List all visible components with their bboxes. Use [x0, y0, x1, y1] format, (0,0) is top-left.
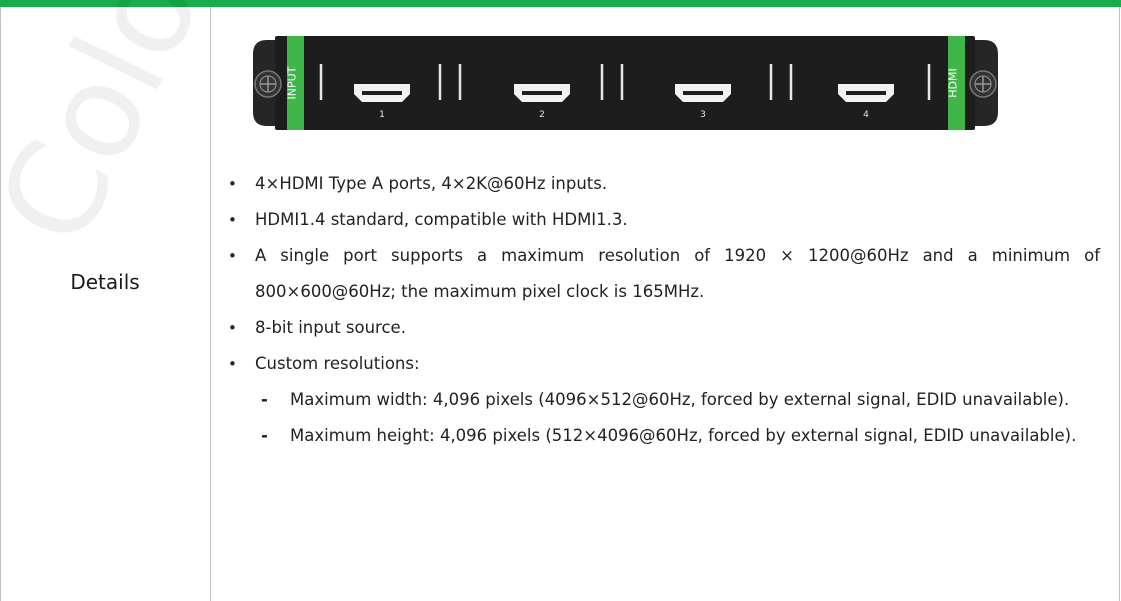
bullet-dot-icon: •: [228, 355, 237, 373]
list-item-text: A single port supports a maximum resolut…: [255, 246, 1100, 301]
dash-icon: -: [261, 390, 268, 409]
input-card-image: INPUT HDMI 1 2 3 4: [251, 34, 1000, 132]
list-item-text: 8-bit input source.: [255, 318, 406, 337]
sub-list-item-text: Maximum width: 4,096 pixels (4096×512@60…: [290, 390, 1070, 409]
hdmi-port-icon: [838, 84, 894, 102]
list-item: • 8-bit input source.: [228, 310, 1100, 346]
sub-list-item-text: Maximum height: 4,096 pixels (512×4096@6…: [290, 426, 1077, 445]
list-item-text: Custom resolutions:: [255, 354, 420, 373]
details-list: • 4×HDMI Type A ports, 4×2K@60Hz inputs.…: [228, 166, 1100, 454]
table-right-border: [1119, 7, 1120, 601]
port-number-3: 3: [700, 110, 706, 120]
thumbscrew-icon: [969, 70, 997, 98]
row-label-details: Details: [70, 270, 140, 294]
bullet-dot-icon: •: [228, 319, 237, 337]
sub-list-item: - Maximum height: 4,096 pixels (512×4096…: [228, 418, 1100, 454]
port-number-4: 4: [863, 110, 869, 120]
watermark: Color: [0, 0, 254, 268]
port-number-1: 1: [379, 110, 385, 120]
right-tab-label: HDMI: [947, 68, 960, 97]
list-item: • A single port supports a maximum resol…: [228, 238, 1100, 310]
hdmi-port-icon: [354, 84, 410, 102]
dash-icon: -: [261, 426, 268, 445]
list-item-text: 4×HDMI Type A ports, 4×2K@60Hz inputs.: [255, 174, 608, 193]
list-item: • HDMI1.4 standard, compatible with HDMI…: [228, 202, 1100, 238]
table-column-divider: [210, 7, 211, 601]
bullet-dot-icon: •: [228, 211, 237, 229]
sub-list-item: - Maximum width: 4,096 pixels (4096×512@…: [228, 382, 1100, 418]
list-item: • 4×HDMI Type A ports, 4×2K@60Hz inputs.: [228, 166, 1100, 202]
port-number-2: 2: [539, 110, 545, 120]
thumbscrew-icon: [254, 70, 282, 98]
hdmi-port-icon: [675, 84, 731, 102]
top-accent-bar: [0, 0, 1121, 7]
hdmi-port-icon: [514, 84, 570, 102]
bullet-dot-icon: •: [228, 175, 237, 193]
left-tab-label: INPUT: [286, 66, 299, 99]
bullet-dot-icon: •: [228, 247, 237, 265]
table-left-border: [0, 7, 1, 601]
list-item: • Custom resolutions:: [228, 346, 1100, 382]
list-item-text: HDMI1.4 standard, compatible with HDMI1.…: [255, 210, 628, 229]
